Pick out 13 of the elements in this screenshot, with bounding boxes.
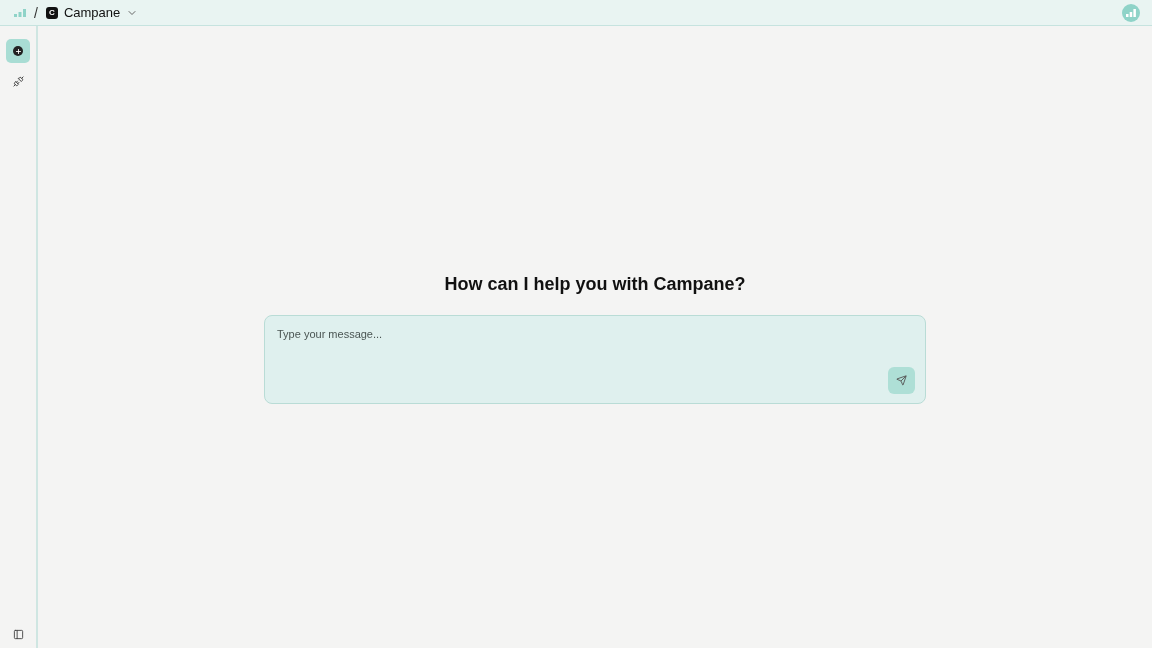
send-icon bbox=[896, 375, 907, 386]
project-selector[interactable]: C Campane bbox=[45, 5, 139, 20]
project-logo: C bbox=[45, 6, 58, 19]
send-button[interactable] bbox=[888, 367, 915, 394]
bar-chart-icon bbox=[14, 8, 26, 17]
page-heading: How can I help you with Campane? bbox=[444, 274, 746, 295]
message-field[interactable]: Type your message... bbox=[264, 315, 926, 404]
new-chat-icon bbox=[13, 46, 23, 56]
message-input[interactable]: Type your message... bbox=[275, 326, 915, 367]
sidebar-item[interactable] bbox=[6, 39, 30, 63]
sidebar-toggle-button[interactable] bbox=[12, 629, 24, 640]
plug-icon bbox=[12, 75, 24, 87]
breadcrumb-separator: / bbox=[34, 4, 38, 21]
